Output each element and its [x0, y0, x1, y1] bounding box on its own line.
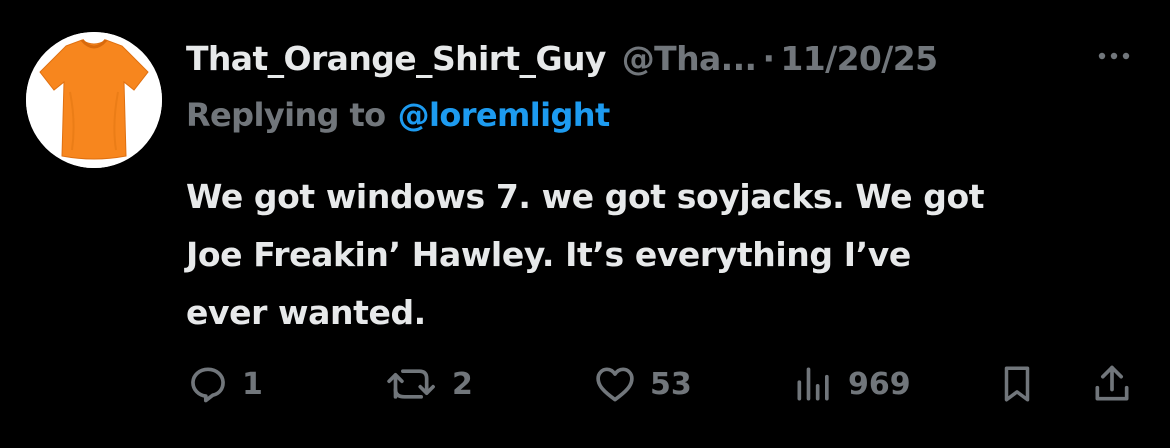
- orange-t-shirt-icon: [26, 32, 162, 168]
- more-options-button[interactable]: [1094, 44, 1134, 68]
- views-count: 969: [848, 366, 911, 402]
- heart-icon: [596, 367, 634, 402]
- reply-icon: [191, 367, 225, 403]
- replying-to-label: Replying to: [186, 96, 386, 134]
- views-button[interactable]: 969: [792, 354, 911, 414]
- avatar[interactable]: [26, 32, 162, 168]
- tweet-text-line: Joe Freakin’ Hawley. It’s everything I’v…: [186, 235, 911, 274]
- bookmark-icon: [1004, 366, 1030, 402]
- tweet-header: That_Orange_Shirt_Guy @Tha... · 11/20/25: [186, 30, 938, 86]
- bookmark-button[interactable]: [996, 354, 1038, 414]
- replying-to: Replying to @loremlight: [186, 91, 610, 139]
- display-name[interactable]: That_Orange_Shirt_Guy: [186, 39, 606, 78]
- tweet-text-line: ever wanted.: [186, 293, 426, 332]
- like-button[interactable]: 53: [592, 354, 692, 414]
- user-handle[interactable]: @Tha...: [622, 39, 757, 78]
- separator-dot: ·: [762, 38, 775, 78]
- timestamp[interactable]: 11/20/25: [780, 39, 938, 78]
- reply-mention-link[interactable]: @loremlight: [398, 96, 611, 134]
- more-horizontal-icon: [1098, 52, 1130, 60]
- reply-button[interactable]: 1: [186, 354, 263, 414]
- like-count: 53: [650, 366, 692, 402]
- tweet-text-line: We got windows 7. we got soyjacks. We go…: [186, 177, 985, 216]
- retweet-button[interactable]: 2: [384, 354, 473, 414]
- tweet[interactable]: That_Orange_Shirt_Guy @Tha... · 11/20/25…: [0, 0, 1170, 448]
- retweet-count: 2: [452, 366, 473, 402]
- reply-count: 1: [242, 366, 263, 402]
- share-button[interactable]: [1090, 354, 1134, 414]
- views-bar-chart-icon: [797, 367, 829, 401]
- tweet-text: We got windows 7. we got soyjacks. We go…: [186, 168, 1146, 342]
- retweet-icon: [387, 369, 435, 399]
- tweet-actions: 1 2 53 969: [0, 354, 1170, 414]
- share-upload-icon: [1095, 365, 1129, 401]
